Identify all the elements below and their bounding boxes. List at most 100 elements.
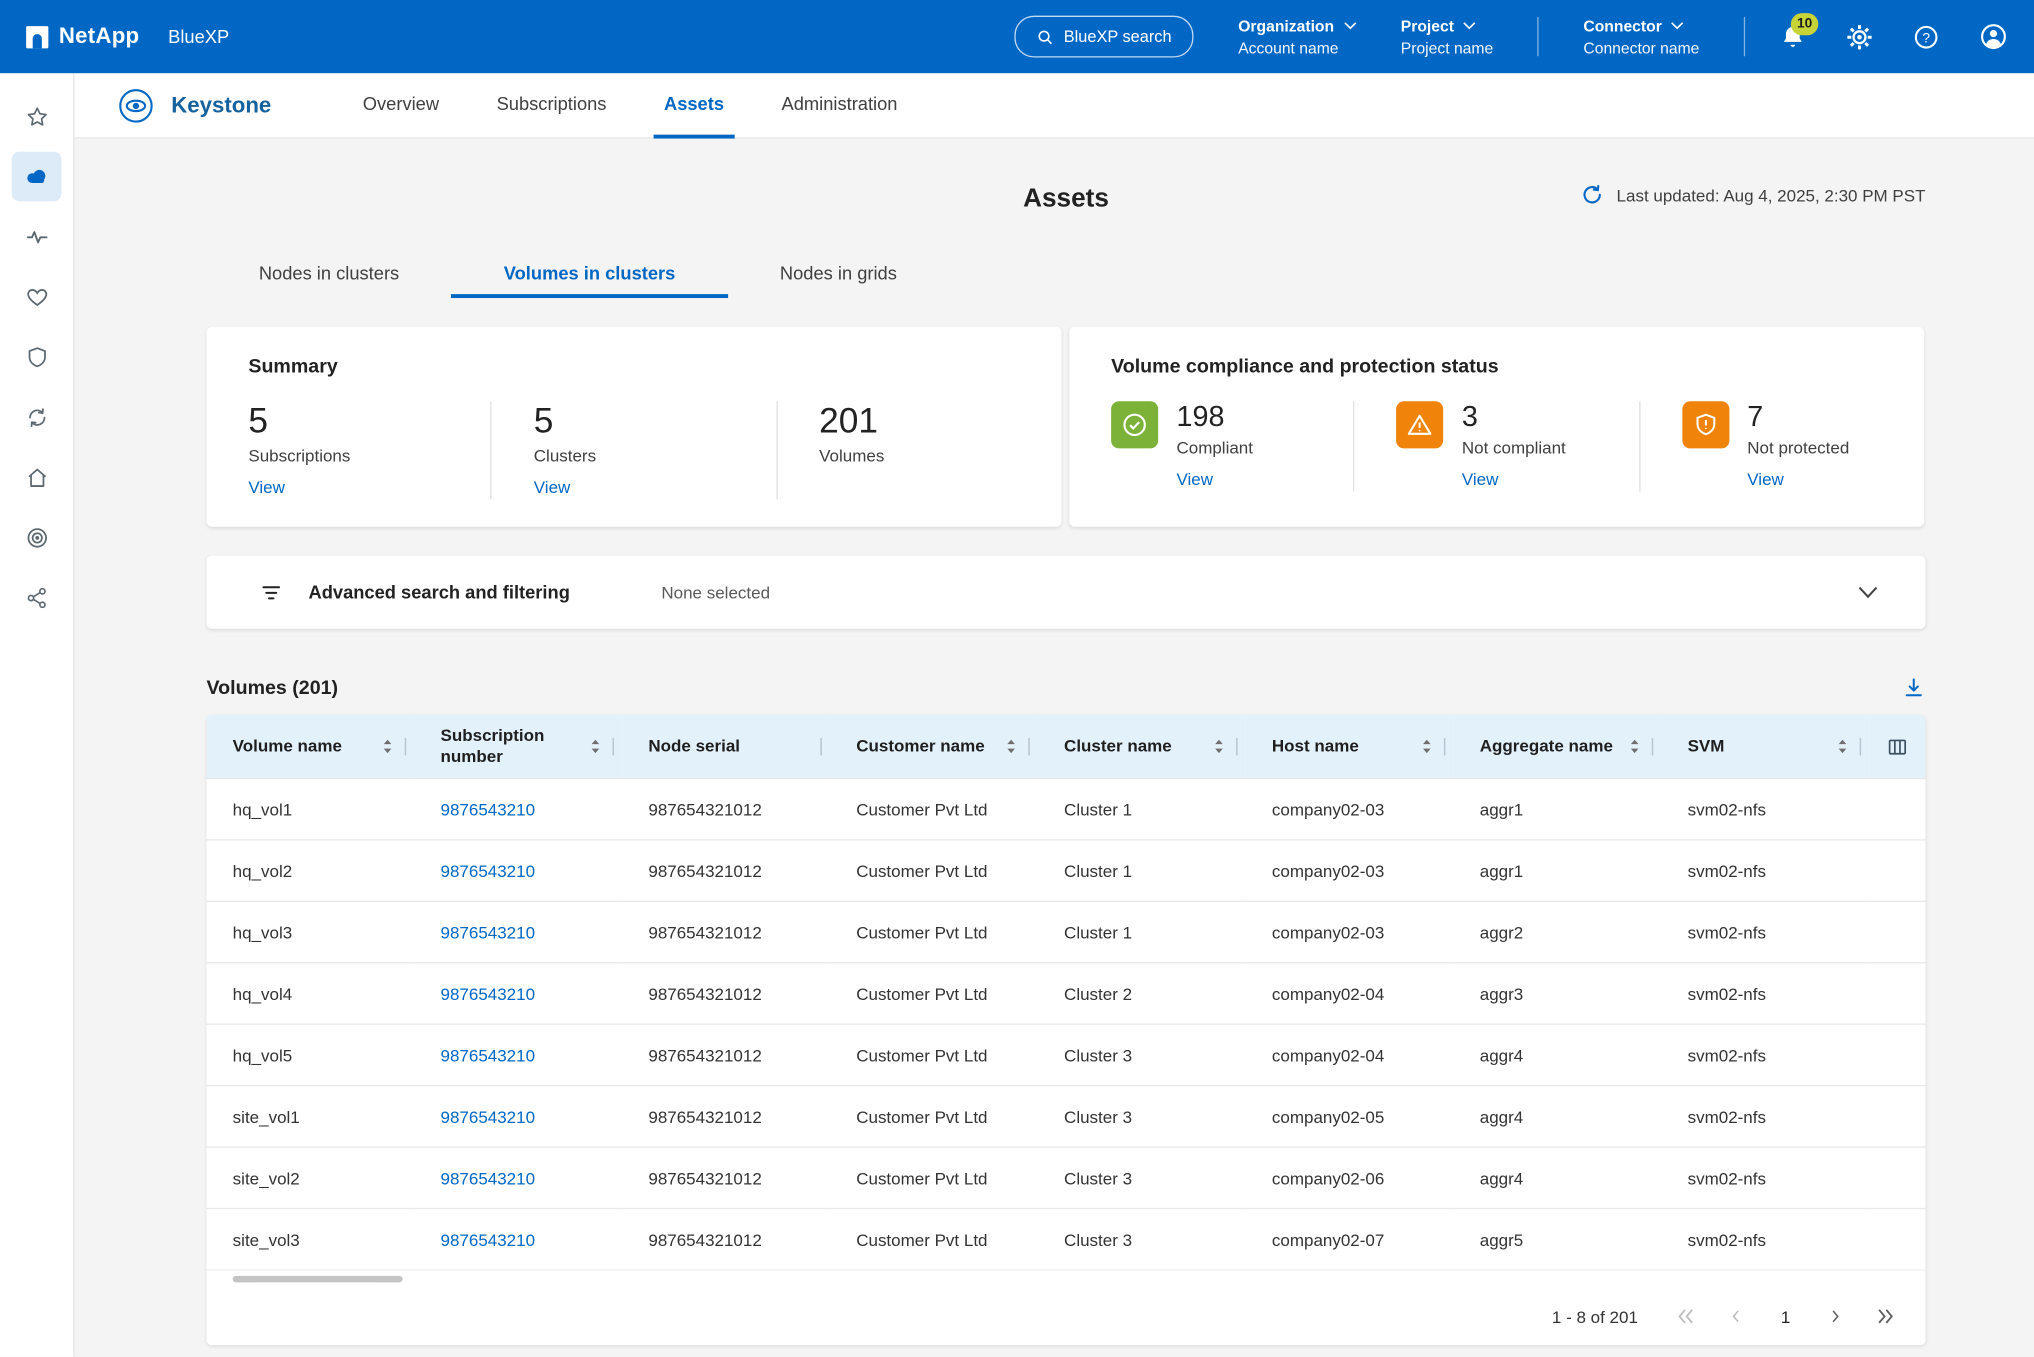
clusters-label: Clusters bbox=[534, 446, 776, 466]
column-separator: | bbox=[611, 735, 616, 758]
product-name: BlueXP bbox=[168, 26, 229, 47]
view-subscriptions-link[interactable]: View bbox=[248, 477, 285, 497]
scrollbar-thumb[interactable] bbox=[233, 1276, 403, 1283]
subscription-link[interactable]: 9876543210 bbox=[441, 984, 536, 1004]
column-label: SVM bbox=[1688, 736, 1730, 757]
chevron-down-icon[interactable] bbox=[1858, 586, 1879, 599]
cell-subscription-number: 9876543210 bbox=[414, 901, 622, 962]
table-row: site_vol2 9876543210 987654321012 Custom… bbox=[207, 1147, 1926, 1208]
not-compliant-stat: 3 Not compliant View bbox=[1353, 401, 1638, 491]
sort-icon[interactable] bbox=[382, 739, 394, 755]
cell-volume-name: site_vol3 bbox=[207, 1209, 415, 1270]
cell-subscription-number: 9876543210 bbox=[414, 963, 622, 1024]
cell-cluster-name: Cluster 1 bbox=[1038, 778, 1246, 839]
sidebar-item-infrastructure[interactable] bbox=[0, 447, 74, 507]
subscription-link[interactable]: 9876543210 bbox=[441, 799, 536, 819]
view-not-protected-link[interactable]: View bbox=[1747, 469, 1784, 489]
download-icon[interactable] bbox=[1902, 676, 1926, 700]
pagination-range: 1 - 8 of 201 bbox=[1552, 1307, 1638, 1327]
cell-svm: svm02-nfs bbox=[1661, 901, 1869, 962]
horizontal-scrollbar[interactable] bbox=[207, 1269, 1926, 1287]
account-button[interactable] bbox=[1979, 22, 2008, 51]
column-label: Host name bbox=[1272, 736, 1364, 757]
column-svm[interactable]: SVM| bbox=[1661, 715, 1869, 778]
sidebar-item-favorites[interactable] bbox=[0, 86, 74, 146]
tab-volumes-in-clusters[interactable]: Volumes in clusters bbox=[451, 251, 727, 298]
current-page[interactable]: 1 bbox=[1776, 1307, 1794, 1327]
sidebar-item-storage[interactable] bbox=[0, 146, 74, 206]
filter-label: Advanced search and filtering bbox=[308, 582, 569, 603]
column-settings[interactable] bbox=[1869, 715, 1925, 778]
sidebar-item-health[interactable] bbox=[0, 267, 74, 327]
cell-customer-name: Customer Pvt Ltd bbox=[830, 1024, 1038, 1085]
view-clusters-link[interactable]: View bbox=[534, 477, 571, 497]
organization-menu[interactable]: Organization Account name bbox=[1238, 16, 1356, 57]
column-subscription-number[interactable]: Subscription number| bbox=[414, 715, 622, 778]
column-aggregate-name[interactable]: Aggregate name| bbox=[1454, 715, 1662, 778]
sidebar-item-protection[interactable] bbox=[0, 327, 74, 387]
sidebar-item-extensions[interactable] bbox=[0, 567, 74, 627]
view-compliant-link[interactable]: View bbox=[1176, 469, 1213, 489]
tab-overview[interactable]: Overview bbox=[352, 73, 449, 138]
subscription-link[interactable]: 9876543210 bbox=[441, 1045, 536, 1065]
sidebar-item-analytics[interactable] bbox=[0, 207, 74, 267]
column-customer-name[interactable]: Customer name| bbox=[830, 715, 1038, 778]
column-label: Cluster name bbox=[1064, 736, 1177, 757]
subscription-link[interactable]: 9876543210 bbox=[441, 861, 536, 881]
project-label: Project bbox=[1401, 16, 1454, 34]
project-value: Project name bbox=[1401, 39, 1493, 57]
cell-subscription-number: 9876543210 bbox=[414, 1086, 622, 1147]
cell-subscription-number: 9876543210 bbox=[414, 840, 622, 901]
column-volume-name[interactable]: Volume name| bbox=[207, 715, 415, 778]
sort-icon[interactable] bbox=[1629, 739, 1641, 755]
column-cluster-name[interactable]: Cluster name| bbox=[1038, 715, 1246, 778]
cell-host-name: company02-05 bbox=[1246, 1086, 1454, 1147]
first-page-button[interactable] bbox=[1677, 1309, 1695, 1325]
bluexp-search-button[interactable]: BlueXP search bbox=[1014, 16, 1194, 58]
sidebar-item-governance[interactable] bbox=[0, 507, 74, 567]
subscription-link[interactable]: 9876543210 bbox=[441, 1168, 536, 1188]
columns-icon[interactable] bbox=[1886, 735, 1908, 757]
nodes-icon bbox=[24, 585, 49, 610]
sort-icon[interactable] bbox=[1421, 739, 1433, 755]
column-node-serial[interactable]: Node serial| bbox=[622, 715, 830, 778]
subscription-link[interactable]: 9876543210 bbox=[441, 1107, 536, 1127]
target-icon bbox=[24, 525, 49, 550]
column-host-name[interactable]: Host name| bbox=[1246, 715, 1454, 778]
sort-icon[interactable] bbox=[1006, 739, 1018, 755]
tab-nodes-in-grids[interactable]: Nodes in grids bbox=[728, 251, 950, 298]
page-title: Assets bbox=[1023, 184, 1109, 214]
next-page-button[interactable] bbox=[1829, 1309, 1842, 1325]
sidebar-item-mobility[interactable] bbox=[0, 387, 74, 447]
summary-title: Summary bbox=[248, 356, 1061, 378]
cell-volume-name: site_vol1 bbox=[207, 1086, 415, 1147]
pagination: 1 - 8 of 201 1 bbox=[207, 1288, 1926, 1346]
chevron-down-icon bbox=[1463, 21, 1476, 30]
tab-subscriptions[interactable]: Subscriptions bbox=[486, 73, 617, 138]
subscription-link[interactable]: 9876543210 bbox=[441, 922, 536, 942]
main-content: Assets Last updated: Aug 4, 2025, 2:30 P… bbox=[75, 139, 2034, 1357]
cell-cluster-name: Cluster 1 bbox=[1038, 840, 1246, 901]
sort-icon[interactable] bbox=[1214, 739, 1226, 755]
settings-button[interactable] bbox=[1846, 23, 1873, 50]
tab-nodes-in-clusters[interactable]: Nodes in clusters bbox=[207, 251, 452, 298]
sort-icon[interactable] bbox=[1837, 739, 1849, 755]
star-icon bbox=[24, 104, 49, 129]
table-header-row: Volume name| Subscription number| Node s… bbox=[207, 715, 1926, 778]
search-label: BlueXP search bbox=[1064, 27, 1172, 45]
tab-assets[interactable]: Assets bbox=[654, 73, 735, 138]
sort-icon[interactable] bbox=[590, 739, 602, 755]
refresh-icon[interactable] bbox=[1580, 183, 1604, 207]
connector-menu[interactable]: Connector Connector name bbox=[1583, 16, 1699, 57]
prev-page-button[interactable] bbox=[1729, 1309, 1742, 1325]
tab-administration[interactable]: Administration bbox=[771, 73, 908, 138]
help-button[interactable]: ? bbox=[1912, 23, 1939, 50]
subscription-link[interactable]: 9876543210 bbox=[441, 1229, 536, 1249]
last-page-button[interactable] bbox=[1876, 1309, 1894, 1325]
project-menu[interactable]: Project Project name bbox=[1401, 16, 1493, 57]
advanced-search-bar[interactable]: Advanced search and filtering None selec… bbox=[207, 556, 1926, 629]
notifications-button[interactable]: 10 bbox=[1779, 23, 1806, 50]
view-not-compliant-link[interactable]: View bbox=[1462, 469, 1499, 489]
filter-icon bbox=[260, 581, 282, 603]
table-row: hq_vol5 9876543210 987654321012 Customer… bbox=[207, 1024, 1926, 1085]
